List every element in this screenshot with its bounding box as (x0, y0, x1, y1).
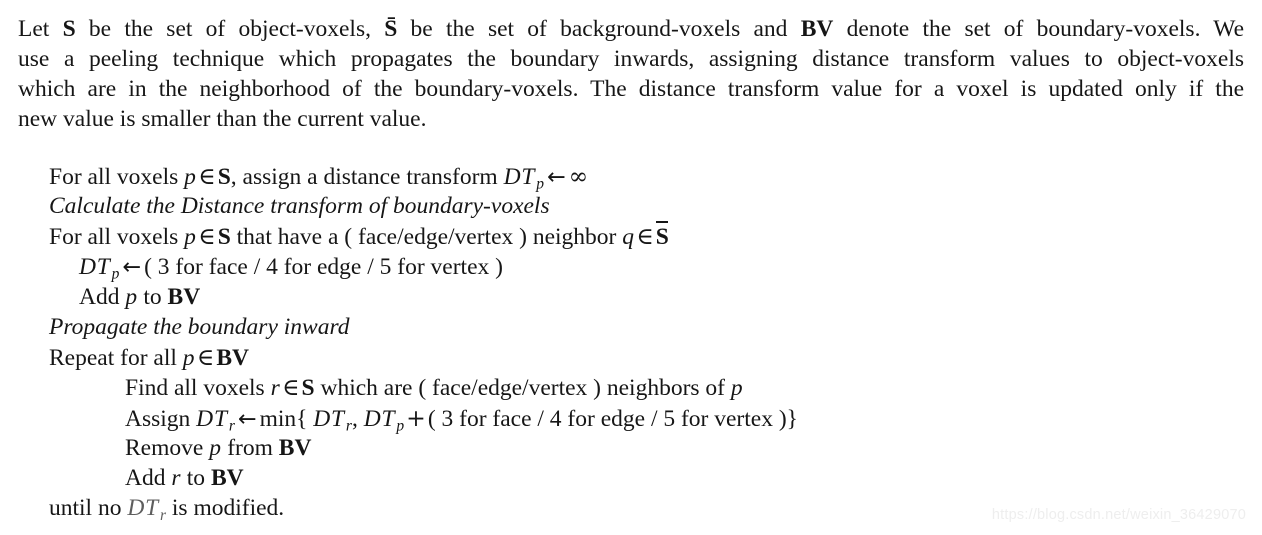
var-p: p (209, 434, 222, 461)
symbol-S: S (62, 16, 76, 42)
symbol-S-bar: S (656, 221, 669, 252)
text-be-set-background-voxels: be the set of background-voxels and (397, 16, 801, 42)
algo-text-prefix: Add (79, 283, 126, 310)
algo-comment-calculate: Calculate the Distance transform of boun… (49, 193, 550, 220)
algo-weight-values: ( 3 for face / 4 for edge / 5 for vertex… (144, 253, 503, 280)
symbol-BV: BV (278, 434, 312, 461)
math-DT-subscript-p: p (536, 175, 544, 193)
algo-comment-propagate: Propagate the boundary inward (49, 313, 350, 340)
math-DT: DT (363, 405, 396, 432)
watermark-url: https://blog.csdn.net/weixin_36429070 (991, 507, 1246, 523)
algo-line-repeat-loop: Repeat for all p∈BV (49, 342, 1149, 372)
symbol-S: S (217, 164, 231, 190)
algo-line-assign-boundary-dt: DTp ←( 3 for face / 4 for edge / 5 for ve… (49, 252, 1149, 283)
algo-line-assign-min: Assign DTr ← min{ DTr, DTp+( 3 for face / … (49, 403, 1149, 435)
algo-text-prefix: For all voxels (49, 224, 185, 251)
algo-text-mid: which are ( face/edge/vertex ) neighbors… (314, 375, 731, 402)
symbol-S: S (217, 224, 231, 251)
algo-text-prefix: until no (49, 495, 128, 522)
algo-text-suffix: is modified. (166, 495, 285, 522)
element-of-icon: ∈ (282, 373, 300, 402)
var-p: p (182, 345, 195, 372)
var-r: r (171, 464, 181, 491)
text-denote-boundary-voxels: denote the set of boundary-voxels. We (833, 16, 1244, 42)
infinity-symbol: ∞ (568, 162, 589, 190)
intro-line-4-text: new value is smaller than the current va… (18, 106, 427, 132)
element-of-icon: ∈ (198, 222, 216, 251)
math-DT: DT (79, 253, 111, 280)
math-DT: DT (127, 495, 159, 522)
algo-text-prefix: Add (125, 464, 172, 491)
math-DT: DT (196, 405, 228, 432)
algo-text-mid: to (137, 283, 168, 310)
intro-line-4: new value is smaller than the current va… (18, 104, 1244, 134)
math-min-open: min{ (259, 405, 308, 432)
algo-text-prefix: Find all voxels (125, 375, 271, 402)
element-of-icon: ∈ (196, 343, 215, 372)
algo-text-mid: , assign a distance transform (230, 164, 504, 190)
algorithm-block: For all voxels p∈S, assign a distance tr… (49, 161, 1149, 524)
math-DT-subscript-p: p (396, 417, 405, 435)
algo-line-add-p-to-bv: Add p to BV (49, 282, 1149, 312)
var-p: p (730, 375, 744, 402)
intro-line-1-content: Let S be the set of object-voxels, S̄ be… (18, 14, 1244, 44)
math-DT-subscript-r: r (228, 417, 235, 435)
var-r: r (270, 375, 281, 402)
left-arrow-icon: ← (546, 164, 566, 190)
var-p: p (125, 283, 138, 310)
algo-line-find-boundary: For all voxels p∈S that have a ( face/ed… (49, 221, 1149, 251)
algo-text-mid: from (221, 434, 279, 461)
text-let: Let (18, 16, 63, 42)
algo-weight-values: ( 3 for face / 4 for edge / 5 for vertex… (427, 405, 798, 432)
math-DT: DT (503, 164, 536, 190)
algo-text-mid: that have a ( face/edge/vertex ) neighbo… (230, 224, 623, 251)
intro-line-3: which are in the neighborhood of the bou… (18, 74, 1244, 104)
intro-line-3-text: which are in the neighborhood of the bou… (18, 76, 1244, 102)
symbol-BV: BV (800, 16, 834, 42)
intro-line-2: use a peeling technique which propagates… (18, 44, 1244, 74)
var-q: q (622, 224, 635, 251)
intro-line-1: Let S be the set of object-voxels, S̄ be… (18, 14, 1244, 44)
element-of-icon: ∈ (198, 162, 216, 190)
algo-text-prefix: Repeat for all (49, 345, 183, 372)
algo-text-prefix: For all voxels (49, 164, 185, 190)
math-DT-subscript-r: r (159, 506, 167, 524)
text-be-set-object-voxels: be the set of object-voxels, (75, 16, 385, 42)
left-arrow-icon: ← (237, 405, 257, 432)
algo-line-find-neighbors: Find all voxels r∈S which are ( face/edg… (49, 372, 1149, 402)
symbol-S: S (301, 375, 315, 402)
algo-text-mid: to (180, 464, 211, 491)
symbol-BV: BV (210, 464, 244, 491)
math-DT: DT (313, 405, 345, 432)
var-p: p (184, 224, 197, 251)
algo-line-remove-p: Remove p from BV (49, 433, 1149, 463)
algo-line-add-r-to-bv: Add r to BV (49, 463, 1149, 493)
plus-operator: + (406, 403, 426, 432)
algo-line-init-dt: For all voxels p∈S, assign a distance tr… (49, 161, 1149, 193)
algo-line-until-condition: until no DTr is modified. (49, 493, 1149, 524)
intro-line-2-text: use a peeling technique which propagates… (18, 46, 1244, 72)
element-of-icon: ∈ (636, 222, 654, 251)
symbol-BV: BV (216, 345, 249, 372)
var-p: p (184, 164, 197, 190)
intro-paragraph: Let S be the set of object-voxels, S̄ be… (18, 14, 1244, 134)
symbol-BV: BV (167, 283, 201, 310)
algo-text-prefix: Assign (125, 405, 197, 432)
left-arrow-icon: ← (122, 253, 142, 280)
algo-text-prefix: Remove (125, 434, 210, 461)
symbol-S-bar: S̄ (384, 16, 398, 42)
